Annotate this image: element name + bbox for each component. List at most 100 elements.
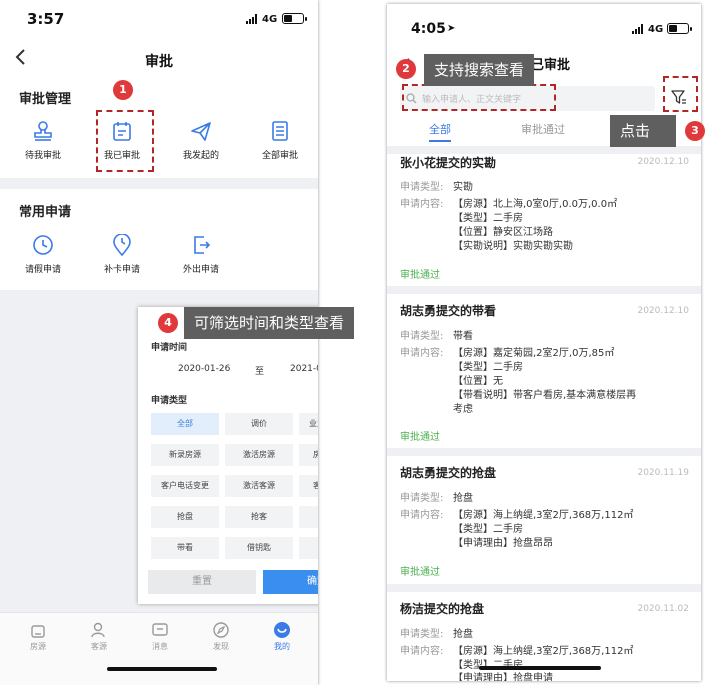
status-text: 审批通过 (400, 432, 440, 443)
content-line: 【房源】海上纳缇,3室2厅,368万,112㎡ (453, 646, 634, 657)
tab-label: 客源 (91, 642, 107, 651)
bottom-tabbar: 房源 客源 消息 发现 我的 (0, 612, 318, 685)
annotation-tip-search: 支持搜索查看 (424, 54, 535, 86)
annotation-tip-filter: 可筛选时间和类型查看 (184, 307, 355, 339)
signal-icon (632, 24, 646, 34)
type-chip-all[interactable]: 全部 (151, 413, 219, 435)
tab-label: 发现 (213, 642, 229, 651)
status-bar: 4:05 ➤ 4G (387, 4, 701, 37)
content-line: 【位置】静安区江场路 (453, 227, 553, 238)
type-chip[interactable]: 客户电话变更 (151, 475, 219, 497)
status-text: 审批通过 (400, 270, 440, 281)
grid-label: 待我审批 (24, 151, 61, 161)
content-line: 【房源】嘉定菊园,2室2厅,0万,85㎡ (453, 348, 615, 359)
status-bar: 3:57 4G (0, 0, 318, 30)
type-chip[interactable]: 调价 (225, 413, 293, 435)
type-chip[interactable]: 新录房源 (151, 444, 219, 466)
type-chip[interactable]: 抢客 (225, 506, 293, 528)
type-label: 申请类型: (400, 182, 444, 193)
house-icon (31, 625, 45, 638)
card-date: 2020.12.10 (637, 306, 689, 316)
status-time: 4:05 (411, 21, 446, 37)
card-title[interactable]: 杨洁提交的抢盘 (400, 600, 484, 617)
confirm-button[interactable]: 确定 (263, 570, 318, 594)
type-chip[interactable]: 房源转无效 (299, 444, 318, 466)
type-chip[interactable]: 激活客源 (225, 475, 293, 497)
end-date-field[interactable]: 2021-01-26 (290, 364, 318, 374)
type-chip[interactable]: 客源转无效 (299, 475, 318, 497)
type-label: 申请类型: (400, 629, 444, 640)
tab-house[interactable]: 房源 (8, 621, 68, 652)
clock-in-fix-button[interactable]: 补卡申请 (84, 234, 160, 275)
location-clock-icon (113, 234, 131, 256)
approval-section-title: 审批管理 (19, 92, 72, 107)
type-label: 申请类型: (400, 331, 444, 342)
card-title[interactable]: 胡志勇提交的带看 (400, 302, 496, 319)
highlight-frame-filter (663, 76, 698, 112)
card-divider (387, 286, 701, 294)
stamp-icon (34, 121, 52, 141)
content-label: 申请内容: (400, 348, 444, 359)
type-chip[interactable]: 带看 (151, 537, 219, 559)
type-value: 抢盘 (453, 629, 473, 640)
compass-icon (213, 622, 229, 638)
content-line: 考虑 (453, 404, 473, 415)
content-line: 【房源】北上海,0室0厅,0.0万,0.0㎡ (453, 199, 618, 210)
grid-label: 我发起的 (182, 151, 219, 161)
type-chip[interactable]: 抢盘 (151, 506, 219, 528)
location-arrow-icon: ➤ (447, 23, 456, 34)
section-divider (0, 178, 318, 189)
home-indicator (107, 667, 217, 671)
apply-section-title: 常用申请 (19, 205, 72, 220)
left-phone-screen: 3:57 4G 审批 审批管理 待我审批 我已审批 我发起的 全部审批 1 常用… (0, 0, 318, 685)
document-icon (272, 121, 288, 141)
tab-customer[interactable]: 客源 (69, 621, 129, 652)
reset-button[interactable]: 重置 (148, 570, 256, 594)
card-divider (387, 448, 701, 456)
type-chip[interactable]: 补卡 (299, 537, 318, 559)
content-line: 【类型】二手房 (453, 213, 523, 224)
exit-icon (194, 236, 211, 254)
start-date-field[interactable]: 2020-01-26 (178, 364, 230, 374)
type-chip[interactable]: 实勘 (299, 506, 318, 528)
tab-messages[interactable]: 消息 (130, 621, 190, 652)
home-indicator (479, 666, 601, 670)
tab-all[interactable]: 全部 (410, 121, 470, 137)
type-chip[interactable]: 激活房源 (225, 444, 293, 466)
tab-label: 我的 (274, 642, 290, 651)
pending-approval-button[interactable]: 待我审批 (5, 120, 81, 161)
content-line: 【类型】二手房 (453, 524, 523, 535)
to-label: 至 (255, 367, 265, 377)
type-value: 实勘 (453, 182, 473, 193)
all-approvals-button[interactable]: 全部审批 (242, 120, 318, 161)
status-time: 3:57 (27, 10, 65, 28)
annotation-badge-3: 3 (685, 121, 705, 141)
grid-label: 外出申请 (182, 265, 219, 275)
grid-label: 请假申请 (24, 265, 61, 275)
card-title[interactable]: 张小花提交的实勘 (400, 154, 496, 171)
type-chip[interactable]: 借钥匙 (225, 537, 293, 559)
tab-mine[interactable]: 我的 (252, 621, 312, 652)
highlight-frame-1 (96, 110, 154, 172)
content-line: 【带看说明】带客户看房,基本满意楼层再 (453, 390, 637, 401)
tab-label: 消息 (152, 642, 168, 651)
tab-approved[interactable]: 审批通过 (513, 121, 573, 137)
leave-request-button[interactable]: 请假申请 (5, 234, 81, 275)
content-line: 【申请理由】抢盘昂昂 (453, 538, 553, 549)
battery-icon (282, 13, 307, 24)
card-date: 2020.12.10 (637, 157, 689, 167)
profile-icon (274, 622, 290, 638)
annotation-badge-2: 2 (396, 59, 416, 79)
battery-icon (667, 23, 692, 34)
clock-icon (33, 235, 53, 255)
tab-discover[interactable]: 发现 (191, 621, 251, 652)
card-title[interactable]: 胡志勇提交的抢盘 (400, 464, 496, 481)
type-chip[interactable]: 业主电话变更 (299, 413, 318, 435)
network-label: 4G (648, 24, 664, 35)
content-label: 申请内容: (400, 510, 444, 521)
initiated-by-me-button[interactable]: 我发起的 (163, 120, 239, 161)
grid-label: 全部审批 (261, 151, 298, 161)
annotation-badge-4: 4 (158, 313, 178, 333)
go-out-request-button[interactable]: 外出申请 (163, 234, 239, 275)
card-date: 2020.11.19 (637, 468, 689, 478)
